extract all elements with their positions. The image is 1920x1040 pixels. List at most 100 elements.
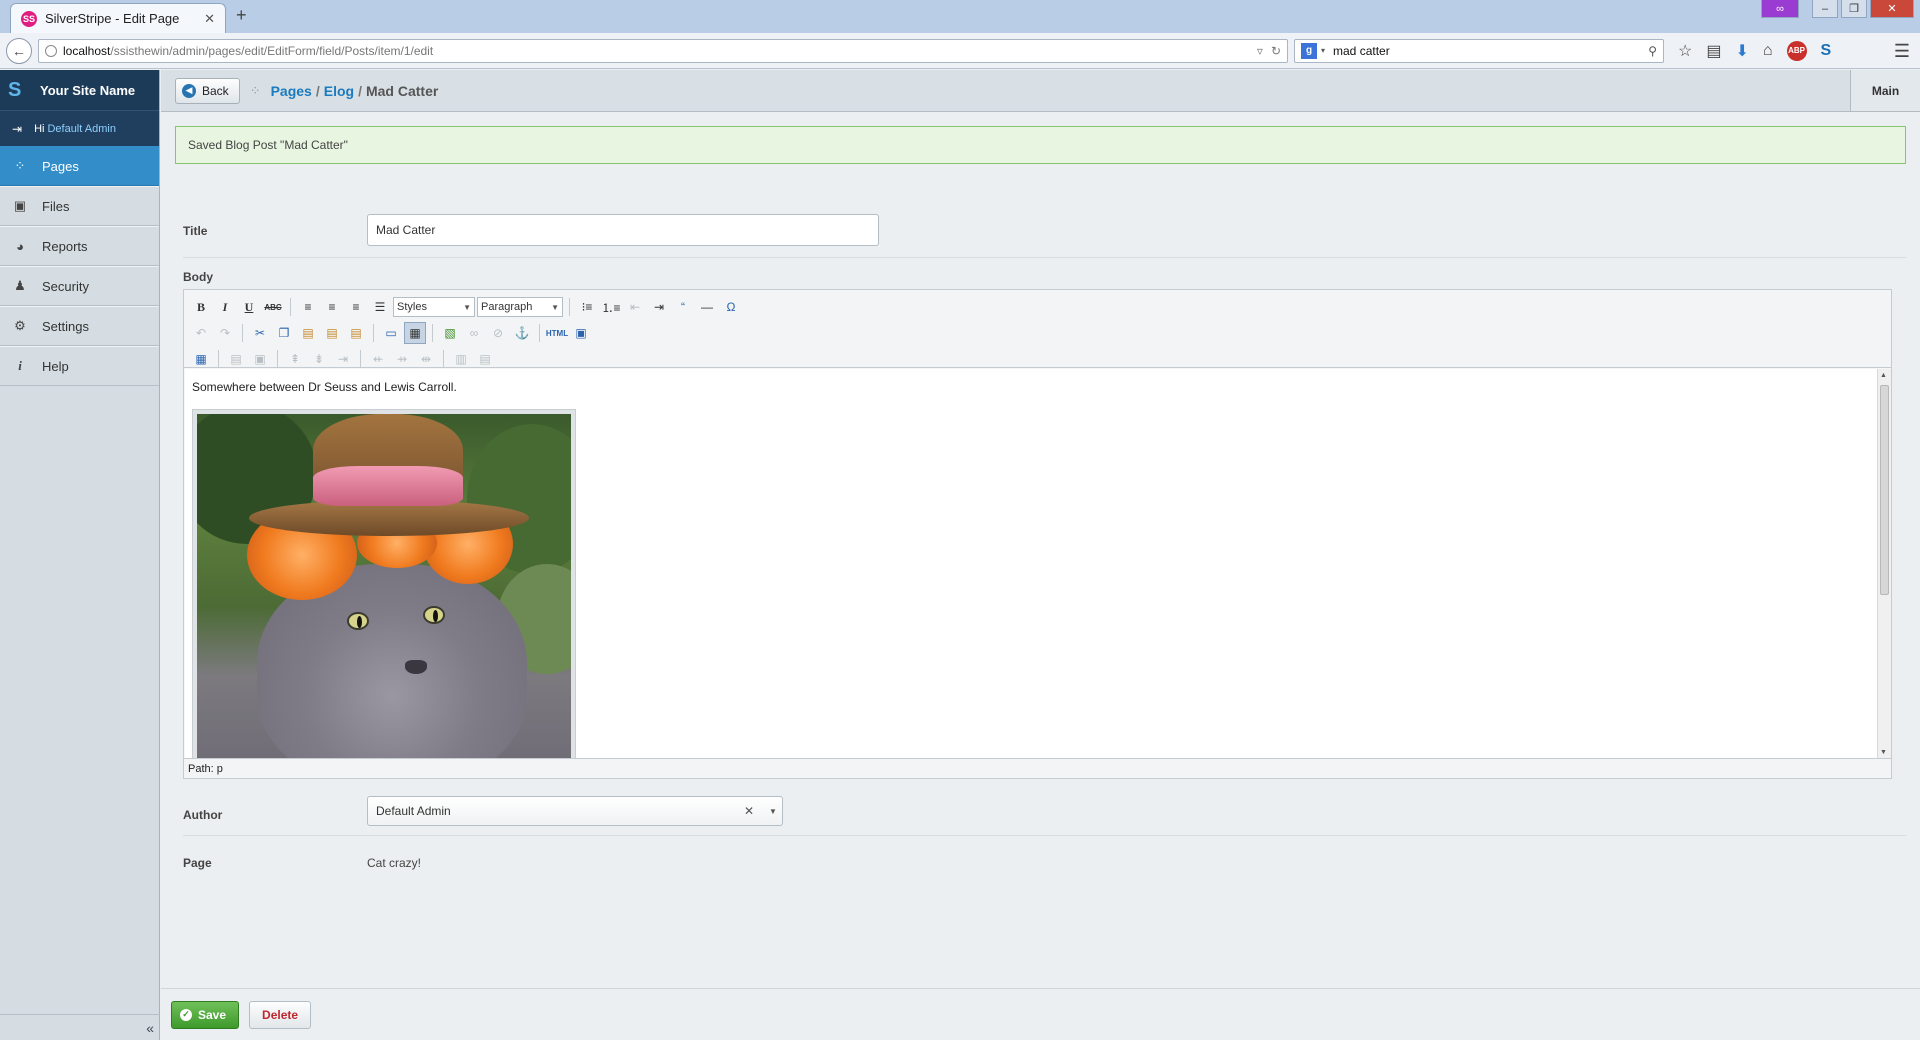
fullscreen-icon[interactable]: ▣: [570, 322, 592, 344]
col-before-icon[interactable]: ⇷: [367, 348, 389, 370]
save-button-label: Save: [198, 1007, 227, 1022]
sidebar-item-pages[interactable]: ⁘ Pages: [0, 146, 159, 186]
clear-icon[interactable]: ✕: [744, 804, 754, 818]
align-justify-icon[interactable]: ☰: [369, 296, 391, 318]
horizontal-rule-icon[interactable]: —: [696, 296, 718, 318]
site-brand[interactable]: S Your Site Name: [0, 70, 159, 110]
download-icon[interactable]: ⬇: [1735, 41, 1748, 61]
row-after-icon[interactable]: ⇟: [308, 348, 330, 370]
bold-icon[interactable]: B: [190, 296, 212, 318]
restore-icon[interactable]: ❐: [1841, 0, 1867, 18]
align-left-icon[interactable]: ≡: [297, 296, 319, 318]
copy-icon[interactable]: ❐: [273, 322, 295, 344]
globe-icon: [45, 44, 57, 57]
dropdown-arrow-icon[interactable]: ▿: [1257, 44, 1263, 58]
logout-icon[interactable]: ⇥: [12, 122, 22, 136]
breadcrumb-elog[interactable]: Elog: [324, 83, 354, 99]
save-button[interactable]: ✓ Save: [171, 1000, 240, 1029]
body-paragraph[interactable]: Somewhere between Dr Seuss and Lewis Car…: [192, 380, 457, 394]
insert-image-icon[interactable]: ▧: [439, 322, 461, 344]
italic-icon[interactable]: I: [214, 296, 236, 318]
visual-aid-icon[interactable]: ▦: [404, 322, 426, 344]
author-select[interactable]: Default Admin ✕ ▼: [367, 796, 783, 826]
user-row: ⇥ Hi Default Admin: [0, 110, 159, 146]
align-right-icon[interactable]: ≡: [345, 296, 367, 318]
paste-text-icon[interactable]: ▤: [321, 322, 343, 344]
numbered-list-icon[interactable]: ⒈≡: [600, 296, 622, 318]
home-icon[interactable]: ⌂: [1763, 42, 1773, 60]
embedded-image[interactable]: [192, 409, 576, 759]
tab-main[interactable]: Main: [1850, 70, 1920, 111]
adblock-icon[interactable]: ABP: [1786, 40, 1807, 61]
unlink-icon[interactable]: ⊘: [487, 322, 509, 344]
cut-icon[interactable]: ✂: [249, 322, 271, 344]
scroll-down-icon[interactable]: ▼: [1880, 749, 1887, 756]
bullet-list-icon[interactable]: ⁝≡: [576, 296, 598, 318]
reading-list-icon[interactable]: ▤: [1706, 41, 1721, 61]
undo-icon[interactable]: ↶: [190, 322, 212, 344]
scroll-up-icon[interactable]: ▲: [1880, 372, 1887, 379]
editor-content-area[interactable]: Somewhere between Dr Seuss and Lewis Car…: [185, 369, 1890, 759]
table-cell-props-icon[interactable]: ▣: [249, 348, 271, 370]
greeting: Hi: [34, 122, 45, 135]
minimize-icon[interactable]: –: [1812, 0, 1838, 18]
styles-select[interactable]: Styles ▼: [393, 297, 475, 317]
search-engine-dropdown-icon[interactable]: ▾: [1321, 46, 1325, 55]
bookmark-star-icon[interactable]: ☆: [1678, 41, 1692, 61]
breadcrumb: Pages / Elog / Mad Catter: [270, 82, 439, 99]
row-before-icon[interactable]: ⇞: [284, 348, 306, 370]
styles-select-value: Styles: [397, 301, 427, 313]
reload-icon[interactable]: ↻: [1271, 44, 1281, 58]
paste-icon[interactable]: ▤: [297, 322, 319, 344]
chevron-down-icon[interactable]: ▼: [764, 807, 782, 816]
merge-cells-icon[interactable]: ▤: [474, 348, 496, 370]
skype-icon[interactable]: S: [1821, 42, 1832, 60]
col-after-icon[interactable]: ⇸: [391, 348, 413, 370]
address-bar[interactable]: localhost /ssisthewin/admin/pages/edit/E…: [38, 38, 1288, 63]
editor-scrollbar[interactable]: ▲ ▼: [1877, 369, 1891, 759]
align-center-icon[interactable]: ≡: [321, 296, 343, 318]
table-row-props-icon[interactable]: ▤: [225, 348, 247, 370]
blockquote-icon[interactable]: “: [672, 296, 694, 318]
delete-button[interactable]: Delete: [249, 1000, 312, 1029]
sidebar-item-security[interactable]: ♟ Security: [0, 266, 159, 306]
collapse-sidebar-button[interactable]: «: [0, 1014, 160, 1040]
split-cells-icon[interactable]: ▥: [450, 348, 472, 370]
title-input[interactable]: [367, 214, 879, 246]
sidebar-item-files[interactable]: ▣ Files: [0, 186, 159, 226]
indent-icon[interactable]: ⇥: [648, 296, 670, 318]
underline-icon[interactable]: U: [238, 296, 260, 318]
strikethrough-icon[interactable]: ABC: [262, 296, 284, 318]
search-bar[interactable]: g ▾ mad catter ⚲: [1294, 38, 1664, 63]
special-character-icon[interactable]: Ω: [720, 296, 742, 318]
close-tab-icon[interactable]: ✕: [204, 11, 215, 27]
google-icon[interactable]: g: [1301, 42, 1317, 59]
format-select[interactable]: Paragraph ▼: [477, 297, 563, 317]
hamburger-menu-icon[interactable]: ☰: [1894, 41, 1910, 62]
back-button[interactable]: ◀ Back: [175, 77, 240, 104]
search-icon[interactable]: ⚲: [1648, 44, 1657, 58]
user-profile-link[interactable]: Default Admin: [47, 123, 115, 135]
breadcrumb-pages[interactable]: Pages: [271, 83, 312, 99]
anchor-icon[interactable]: ⚓: [511, 322, 533, 344]
sidebar-item-settings[interactable]: ⚙ Settings: [0, 306, 159, 346]
outdent-icon[interactable]: ⇤: [624, 296, 646, 318]
scrollbar-thumb[interactable]: [1880, 385, 1889, 595]
sidebar-item-reports[interactable]: ◕ Reports: [0, 226, 159, 266]
delete-col-icon[interactable]: ⇹: [415, 348, 437, 370]
browser-back-icon[interactable]: ←: [6, 37, 32, 64]
html-source-icon[interactable]: HTML: [546, 322, 568, 344]
select-all-icon[interactable]: ▭: [380, 322, 402, 344]
chart-icon: ◕: [16, 238, 24, 254]
new-tab-icon[interactable]: +: [236, 5, 247, 26]
paste-word-icon[interactable]: ▤: [345, 322, 367, 344]
search-input[interactable]: mad catter: [1333, 44, 1648, 58]
insert-table-icon[interactable]: ▦: [190, 348, 212, 370]
close-window-icon[interactable]: ✕: [1870, 0, 1914, 18]
redo-icon[interactable]: ↷: [214, 322, 236, 344]
private-browsing-icon[interactable]: ∞: [1761, 0, 1799, 18]
sidebar-item-help[interactable]: i Help: [0, 346, 159, 386]
insert-link-icon[interactable]: ∞: [463, 322, 485, 344]
delete-row-icon[interactable]: ⇥: [332, 348, 354, 370]
browser-tab[interactable]: SS SilverStripe - Edit Page ✕: [10, 3, 226, 33]
